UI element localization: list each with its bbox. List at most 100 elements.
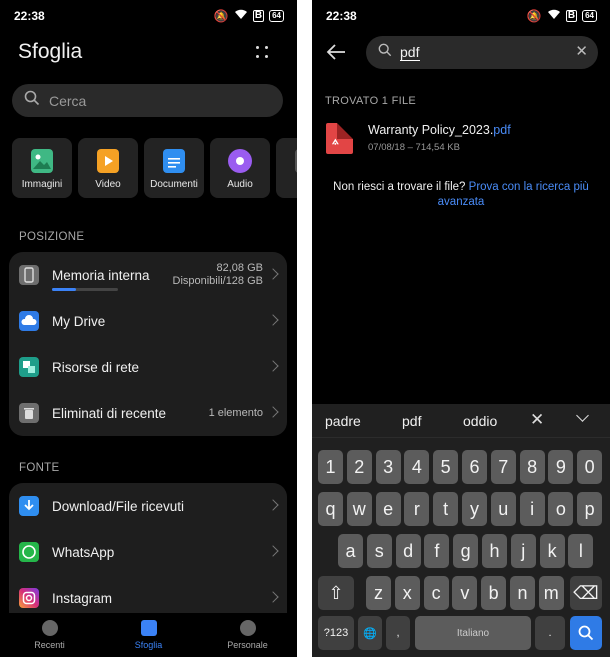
key-x[interactable]: x — [394, 576, 420, 610]
category-label: Audio — [227, 179, 253, 190]
nav-label: Personale — [227, 640, 268, 650]
clear-icon[interactable]: ✕ — [575, 44, 588, 60]
chevron-down-icon[interactable] — [576, 409, 589, 422]
category-audio[interactable]: Audio — [210, 138, 270, 198]
nav-label: Recenti — [34, 640, 65, 650]
source-label: WhatsApp — [52, 544, 115, 560]
key-1[interactable]: 1 — [318, 450, 343, 484]
file-result-row[interactable]: ⟑ Warranty Policy_2023.pdf 07/08/18 – 71… — [326, 121, 596, 157]
period-key[interactable]: . — [535, 616, 565, 650]
back-arrow-icon[interactable] — [325, 42, 347, 62]
instagram-icon — [19, 588, 39, 608]
key-f[interactable]: f — [424, 534, 450, 568]
nav-recent[interactable]: Recenti — [10, 620, 90, 650]
symbols-key[interactable]: ?123 — [318, 616, 354, 650]
category-documents[interactable]: Documenti — [144, 138, 204, 198]
key-9[interactable]: 9 — [548, 450, 574, 484]
source-instagram[interactable]: Instagram — [9, 575, 287, 613]
key-n[interactable]: n — [510, 576, 535, 610]
file-meta: 07/08/18 – 714,54 KB — [368, 142, 460, 153]
key-l[interactable]: l — [568, 534, 594, 568]
key-q[interactable]: q — [318, 492, 343, 526]
nav-browse[interactable]: Sfoglia — [109, 620, 189, 650]
cloud-drive-icon — [19, 311, 39, 331]
key-0[interactable]: 0 — [577, 450, 603, 484]
status-icons: 🔕 B 64 — [527, 9, 597, 23]
key-e[interactable]: e — [375, 492, 401, 526]
folder-icon — [140, 620, 157, 636]
file-name: Warranty Policy_2023.pdf — [368, 123, 511, 137]
key-2[interactable]: 2 — [346, 450, 372, 484]
key-v[interactable]: v — [452, 576, 478, 610]
video-icon — [97, 149, 119, 173]
suggestion-2[interactable]: pdf — [402, 413, 421, 429]
chevron-right-icon — [267, 360, 279, 372]
backspace-icon[interactable]: ⌫ — [570, 576, 602, 610]
search-input[interactable]: pdf ✕ — [366, 36, 598, 69]
key-5[interactable]: 5 — [433, 450, 459, 484]
network-icon — [19, 357, 39, 377]
key-7[interactable]: 7 — [490, 450, 516, 484]
key-6[interactable]: 6 — [462, 450, 487, 484]
nav-personal[interactable]: Personale — [208, 620, 288, 650]
key-r[interactable]: r — [404, 492, 430, 526]
key-z[interactable]: z — [366, 576, 391, 610]
shift-icon[interactable]: ⇧ — [318, 576, 354, 610]
category-video[interactable]: Video — [78, 138, 138, 198]
key-4[interactable]: 4 — [404, 450, 430, 484]
location-recently-deleted[interactable]: Eliminati di recente 1 elemento — [9, 390, 287, 436]
key-m[interactable]: m — [538, 576, 564, 610]
location-label: Memoria interna — [52, 267, 150, 283]
key-a[interactable]: a — [338, 534, 363, 568]
search-enter-key[interactable] — [570, 616, 602, 650]
key-b[interactable]: b — [481, 576, 507, 610]
apps-icon — [295, 149, 297, 173]
key-t[interactable]: t — [433, 492, 459, 526]
document-icon — [163, 149, 185, 173]
key-k[interactable]: k — [539, 534, 565, 568]
status-time: 22:38 — [14, 9, 45, 23]
search-icon — [378, 43, 392, 62]
key-w[interactable]: w — [346, 492, 372, 526]
storage-info: 82,08 GB Disponibili/128 GB — [173, 262, 264, 288]
comma-key[interactable]: , — [386, 616, 410, 650]
key-h[interactable]: h — [482, 534, 507, 568]
section-source-header: FONTE — [19, 462, 60, 474]
source-downloads[interactable]: Download/File ricevuti — [9, 483, 287, 529]
location-my-drive[interactable]: My Drive — [9, 298, 287, 344]
suggestion-3[interactable]: oddio — [463, 413, 497, 429]
key-y[interactable]: y — [462, 492, 487, 526]
key-3[interactable]: 3 — [375, 450, 401, 484]
space-key[interactable]: Italiano — [415, 616, 531, 650]
source-whatsapp[interactable]: WhatsApp — [9, 529, 287, 575]
search-results-screen: 22:38 🔕 B 64 pdf ✕ TROVATO 1 FILE ⟑ Warr… — [312, 0, 610, 657]
search-icon — [578, 625, 594, 641]
close-suggestions-icon[interactable]: ✕ — [530, 410, 544, 430]
key-u[interactable]: u — [490, 492, 516, 526]
key-8[interactable]: 8 — [519, 450, 545, 484]
location-internal-storage[interactable]: Memoria interna 82,08 GB Disponibili/128… — [9, 252, 287, 298]
search-input[interactable]: Cerca — [12, 84, 283, 117]
globe-icon[interactable]: 🌐 — [358, 616, 382, 650]
chevron-right-icon — [267, 406, 279, 418]
storage-progress-bar — [52, 288, 118, 291]
suggestion-1[interactable]: padre — [325, 413, 361, 429]
key-g[interactable]: g — [453, 534, 479, 568]
key-j[interactable]: j — [510, 534, 536, 568]
category-images[interactable]: Immagini — [12, 138, 72, 198]
key-s[interactable]: s — [366, 534, 392, 568]
key-o[interactable]: o — [548, 492, 574, 526]
section-location-header: POSIZIONE — [19, 231, 85, 243]
status-bar: 22:38 🔕 B 64 — [312, 0, 610, 32]
category-apps[interactable]: Ap — [276, 138, 297, 198]
key-c[interactable]: c — [423, 576, 449, 610]
location-network-resources[interactable]: Risorse di rete — [9, 344, 287, 390]
more-options-icon[interactable] — [254, 44, 270, 60]
search-query: pdf — [400, 44, 421, 61]
key-i[interactable]: i — [519, 492, 545, 526]
source-card: Download/File ricevuti WhatsApp Instagra… — [9, 483, 287, 613]
whatsapp-icon — [19, 542, 39, 562]
chevron-right-icon — [267, 499, 279, 511]
key-p[interactable]: p — [577, 492, 603, 526]
key-d[interactable]: d — [395, 534, 421, 568]
